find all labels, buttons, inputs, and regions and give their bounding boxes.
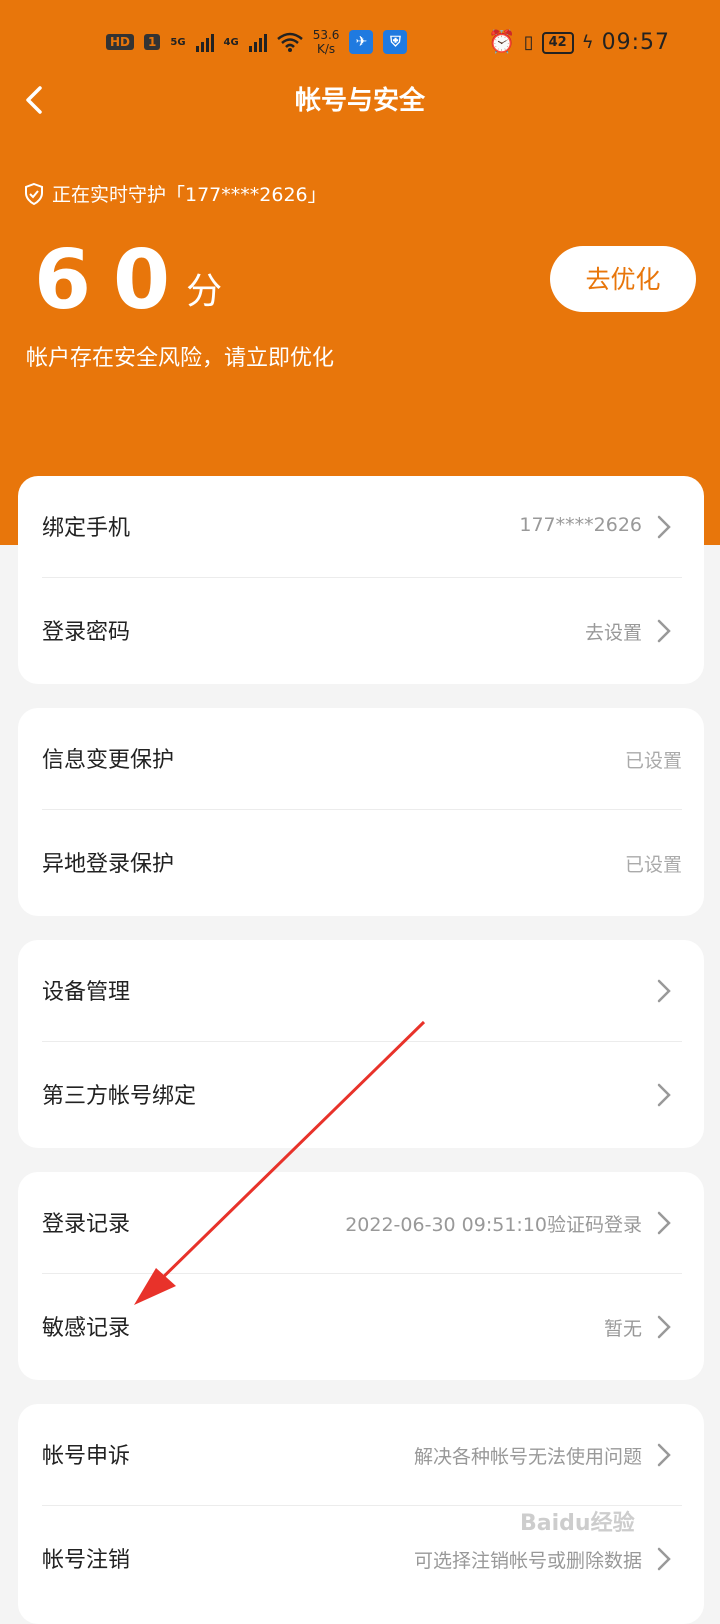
network-5g-label: 5G — [170, 36, 186, 48]
row-label: 登录密码 — [42, 620, 131, 645]
row-label: 异地登录保护 — [42, 852, 175, 877]
chevron-right-icon — [657, 619, 671, 643]
network-4g-label: 4G — [223, 36, 239, 48]
row-value: 已设置 — [624, 854, 682, 876]
row-divider — [42, 1041, 682, 1042]
row-label: 敏感记录 — [42, 1316, 131, 1341]
row-value: 可选择注销帐号或删除数据 — [413, 1550, 642, 1572]
signal-icon-2 — [248, 32, 267, 52]
sim-badge: 1 — [144, 34, 161, 50]
chevron-right-icon — [657, 1547, 671, 1571]
settings-row[interactable]: 登录记录 2022-06-30 09:51:10验证码登录 — [42, 1172, 682, 1274]
row-value: 解决各种帐号无法使用问题 — [413, 1446, 642, 1468]
guard-text: 正在实时守护「177****2626」 — [52, 184, 327, 206]
settings-row[interactable]: 登录密码 去设置 — [42, 580, 682, 682]
settings-row[interactable]: 信息变更保护 已设置 — [42, 708, 682, 810]
score-unit: 分 — [186, 271, 223, 312]
net-speed-value: 53.6 — [312, 28, 340, 42]
risk-message: 帐户存在安全风险，请立即优化 — [26, 346, 335, 371]
chevron-right-icon — [657, 515, 671, 539]
row-value: 去设置 — [584, 622, 642, 644]
status-left: HD 1 5G 4G 53.6 K/s ✈ ⛨ — [106, 28, 408, 56]
settings-card: 登录记录 2022-06-30 09:51:10验证码登录敏感记录 暂无 — [18, 1172, 704, 1380]
battery-indicator: 42 — [541, 31, 574, 54]
row-label: 帐号申诉 — [42, 1444, 131, 1469]
row-label: 第三方帐号绑定 — [42, 1084, 197, 1109]
chevron-right-icon — [657, 1083, 671, 1107]
row-label: 设备管理 — [42, 980, 131, 1005]
row-divider — [42, 577, 682, 578]
settings-row[interactable]: 第三方帐号绑定 — [42, 1044, 682, 1146]
security-score: 60 分 — [34, 236, 222, 326]
row-value: 2022-06-30 09:51:10验证码登录 — [345, 1214, 642, 1236]
chevron-right-icon — [657, 1315, 671, 1339]
net-speed-unit: K/s — [316, 42, 336, 56]
row-divider — [42, 1273, 682, 1274]
chevron-right-icon — [657, 1211, 671, 1235]
chevron-right-icon — [657, 1443, 671, 1467]
settings-row[interactable]: 敏感记录 暂无 — [42, 1276, 682, 1378]
row-value: 177****2626 — [519, 514, 642, 536]
row-label: 绑定手机 — [42, 516, 131, 541]
bird-app-icon: ✈ — [349, 30, 374, 54]
settings-row[interactable]: 设备管理 — [42, 940, 682, 1042]
alarm-icon: ⏰ — [488, 30, 516, 55]
shield-icon — [25, 182, 43, 205]
score-value: 60 — [34, 233, 193, 328]
signal-icon — [195, 32, 214, 52]
charging-icon: ϟ — [581, 32, 594, 53]
guard-status: 正在实时守护「177****2626」 — [24, 180, 327, 207]
row-label: 信息变更保护 — [42, 748, 175, 773]
settings-card: 绑定手机 177****2626 登录密码 去设置 — [18, 476, 704, 684]
row-divider — [42, 809, 682, 810]
settings-row[interactable]: 绑定手机 177****2626 — [42, 476, 682, 578]
row-label: 登录记录 — [42, 1212, 131, 1237]
chevron-right-icon — [657, 979, 671, 1003]
optimize-button[interactable]: 去优化 — [550, 246, 696, 312]
wifi-icon — [276, 32, 303, 52]
hd-badge: HD — [106, 34, 135, 50]
page-title: 帐号与安全 — [294, 86, 425, 116]
settings-row[interactable]: 帐号申诉 解决各种帐号无法使用问题 — [42, 1404, 682, 1506]
row-value: 已设置 — [624, 750, 682, 772]
status-right: ⏰ ▯ 42 ϟ 09:57 — [488, 30, 670, 55]
settings-card: 设备管理第三方帐号绑定 — [18, 940, 704, 1148]
settings-card: 信息变更保护 已设置 异地登录保护 已设置 — [18, 708, 704, 916]
row-value: 暂无 — [603, 1318, 642, 1340]
vibrate-icon: ▯ — [523, 32, 534, 53]
shield-app-icon: ⛨ — [383, 30, 408, 54]
settings-row[interactable]: 异地登录保护 已设置 — [42, 812, 682, 914]
nav-bar: 帐号与安全 — [0, 72, 720, 124]
watermark-logo: Baidu经验 — [520, 1511, 635, 1536]
clock: 09:57 — [601, 30, 670, 55]
net-speed: 53.6 K/s — [313, 28, 340, 56]
row-label: 帐号注销 — [42, 1548, 131, 1573]
